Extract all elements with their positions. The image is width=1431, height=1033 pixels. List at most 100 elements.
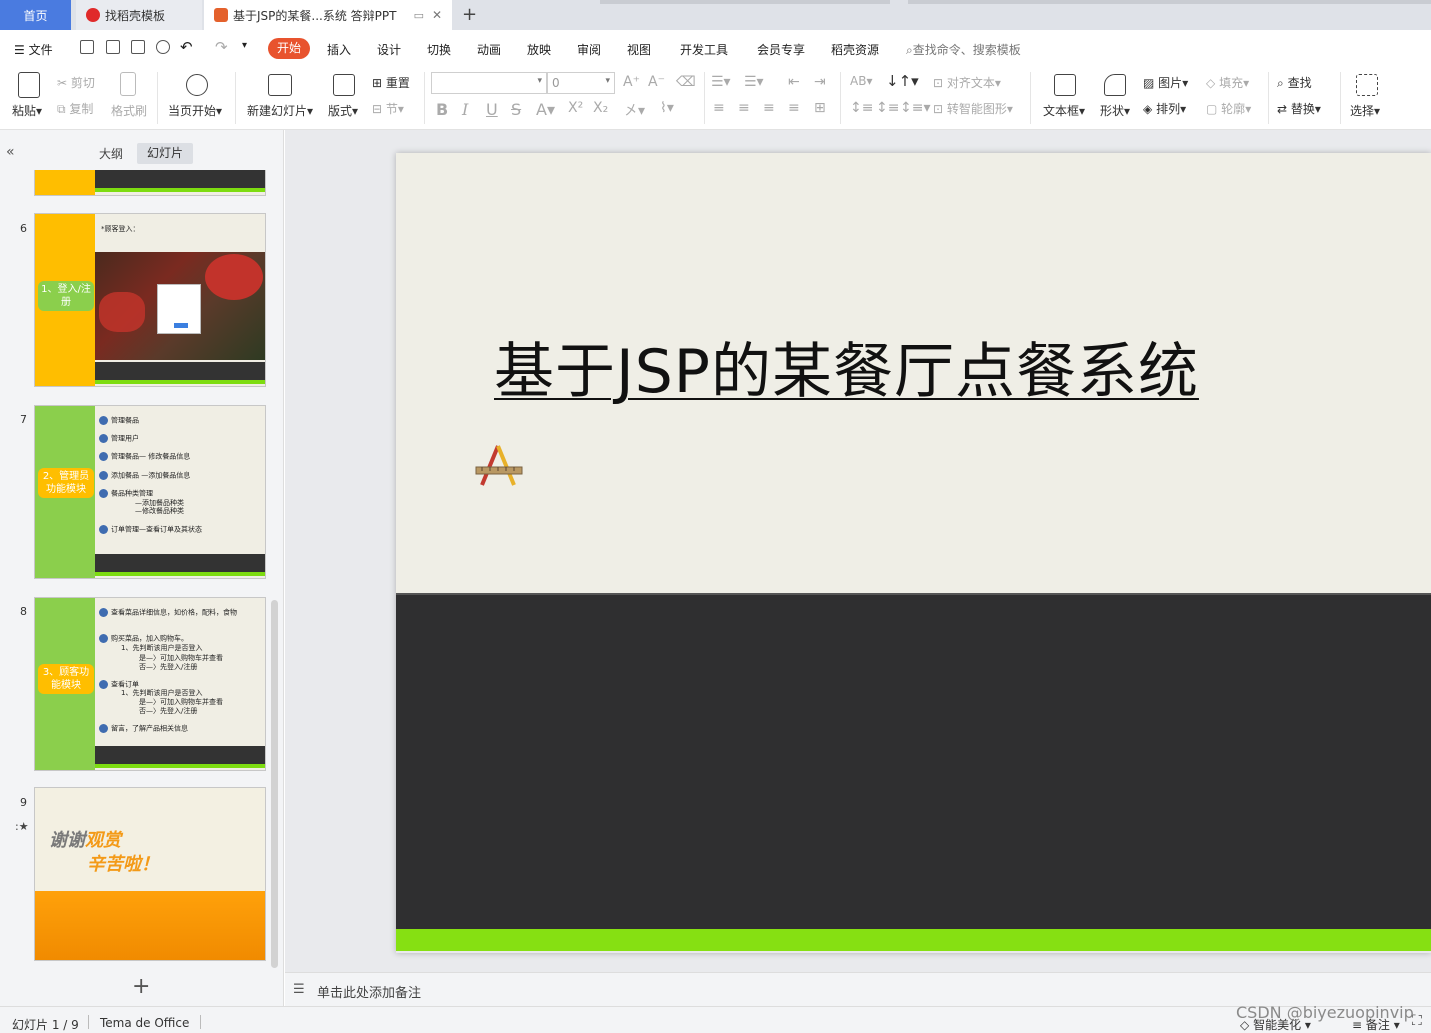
- thumb-bullet: 管理用户: [99, 434, 139, 444]
- reset-button[interactable]: ⊞ 重置: [372, 74, 410, 91]
- cut-button[interactable]: ✂ 剪切: [57, 74, 95, 91]
- tab-document-label: 基于JSP的某餐...系统 答辩PPT: [233, 8, 397, 23]
- collapse-panel-icon[interactable]: «: [6, 144, 15, 160]
- tab-document[interactable]: 基于JSP的某餐...系统 答辩PPT ▭ ✕: [204, 0, 452, 30]
- new-tab-icon[interactable]: +: [462, 4, 477, 25]
- menu-insert[interactable]: 插入: [327, 41, 351, 58]
- notes-pane[interactable]: ☰ 单击此处添加备注: [285, 972, 1431, 1006]
- select-button[interactable]: 选择▾: [1350, 102, 1380, 119]
- phonetic-guide-icon[interactable]: 㐅▾: [624, 100, 645, 120]
- slide-thumbnail-6[interactable]: 1、登入/注册 *顾客登入：: [34, 213, 266, 387]
- thumb-bullet-text: 餐品种类管理: [111, 489, 153, 498]
- print-icon[interactable]: [131, 40, 145, 54]
- menu-animation[interactable]: 动画: [477, 41, 501, 58]
- font-size-select[interactable]: 0 ▾: [547, 72, 615, 94]
- text-box-button[interactable]: 文本框▾: [1043, 102, 1085, 119]
- menu-file[interactable]: ☰ 文件: [14, 41, 53, 58]
- save-icon[interactable]: [80, 40, 94, 54]
- grow-font-icon[interactable]: A⁺: [623, 74, 640, 90]
- print-preview-icon[interactable]: [156, 40, 170, 54]
- align-left-icon[interactable]: ≡: [713, 100, 725, 116]
- close-tab-icon[interactable]: ✕: [432, 8, 442, 22]
- missing-image-placeholder-icon[interactable]: [474, 443, 524, 492]
- menu-design[interactable]: 设计: [377, 41, 401, 58]
- columns-icon[interactable]: ↕≡▾: [900, 100, 931, 116]
- menu-member[interactable]: 会员专享: [757, 41, 805, 58]
- layout-button[interactable]: 版式▾: [328, 102, 358, 119]
- customize-quick-access-icon[interactable]: ▾: [242, 40, 247, 51]
- slide-title[interactable]: 基于JSP的某餐厅点餐系统: [494, 323, 1199, 410]
- menu-start[interactable]: 开始: [268, 38, 310, 59]
- copy-button[interactable]: ⧉ 复制: [57, 100, 93, 117]
- menu-slideshow[interactable]: 放映: [527, 41, 551, 58]
- slide-number: 6: [20, 222, 27, 235]
- slide-thumbnail-7[interactable]: 2、管理员功能模块 管理餐品 管理用户 管理餐品— 修改餐品信息 添加餐品 —添…: [34, 405, 266, 579]
- font-family-select[interactable]: ▾: [431, 72, 547, 94]
- slide-thumbnail-5[interactable]: [34, 170, 266, 196]
- tab-outline[interactable]: 大纲: [99, 145, 123, 162]
- numbered-list-icon[interactable]: ☰▾: [744, 74, 764, 90]
- clear-format-icon[interactable]: ⌫: [676, 74, 696, 90]
- export-icon[interactable]: [106, 40, 120, 54]
- font-color-icon[interactable]: A▾: [536, 100, 555, 119]
- menu-transition[interactable]: 切换: [427, 41, 451, 58]
- thumb-bullet-sub: 否—〉先登入/注册: [139, 707, 198, 715]
- strikethrough-icon[interactable]: S: [511, 100, 521, 119]
- align-text-button[interactable]: ⊡ 对齐文本▾: [933, 74, 1001, 91]
- decrease-indent-icon[interactable]: ⇤: [788, 74, 800, 90]
- smart-art-button[interactable]: ⊡ 转智能图形▾: [933, 100, 1013, 117]
- align-right-icon[interactable]: ≡: [763, 100, 775, 116]
- new-slide-button[interactable]: 新建幻灯片▾: [247, 102, 313, 119]
- theme-name[interactable]: Tema de Office: [100, 1016, 189, 1030]
- arrange-button[interactable]: ◈ 排列▾: [1143, 100, 1186, 117]
- ribbon-divider: [1030, 72, 1031, 124]
- superscript-icon[interactable]: X²: [568, 100, 583, 116]
- replace-button[interactable]: ⇄ 替换▾: [1277, 100, 1321, 117]
- bold-icon[interactable]: B: [436, 100, 448, 119]
- outline-button[interactable]: ▢ 轮廓▾: [1206, 100, 1251, 117]
- command-search[interactable]: ⌕查找命令、搜索模板: [906, 41, 1021, 58]
- highlight-icon[interactable]: ⌇▾: [660, 100, 674, 116]
- play-from-current-button[interactable]: 当页开始▾: [168, 102, 222, 119]
- paste-button[interactable]: 粘贴▾: [12, 102, 42, 119]
- undo-icon[interactable]: ↶: [180, 38, 193, 56]
- thumb-section-button: 3、顾客功能模块: [38, 664, 94, 694]
- sort-icon[interactable]: ↓↑▾: [886, 72, 919, 90]
- bullet-icon: [99, 724, 108, 733]
- picture-button[interactable]: ▨ 图片▾: [1143, 74, 1188, 91]
- tab-templates[interactable]: 找稻壳模板: [76, 0, 202, 30]
- window-pin-icon[interactable]: ▭: [414, 9, 424, 22]
- redo-icon[interactable]: ↷: [215, 38, 228, 56]
- current-slide[interactable]: 基于JSP的某餐厅点餐系统: [396, 153, 1431, 953]
- distribute-icon[interactable]: ⊞: [814, 100, 826, 116]
- section-button[interactable]: ⊟ 节▾: [372, 100, 404, 117]
- text-direction-icon[interactable]: AB▾: [850, 74, 872, 88]
- menu-view[interactable]: 视图: [627, 41, 651, 58]
- bullet-list-icon[interactable]: ☰▾: [711, 74, 731, 90]
- slide-thumbnail-9[interactable]: 谢谢观赏 辛苦啦！: [34, 787, 266, 961]
- slide-green-stripe: [396, 929, 1431, 951]
- text-box-label: 文本框: [1043, 104, 1080, 118]
- fill-button[interactable]: ◇ 填充▾: [1206, 74, 1249, 91]
- find-button[interactable]: ⌕ 查找: [1277, 74, 1312, 91]
- increase-indent-icon[interactable]: ⇥: [814, 74, 826, 90]
- justify-icon[interactable]: ≡: [788, 100, 800, 116]
- align-center-icon[interactable]: ≡: [738, 100, 750, 116]
- menu-developer[interactable]: 开发工具: [680, 41, 728, 58]
- italic-icon[interactable]: I: [462, 100, 468, 119]
- panel-scrollbar[interactable]: [271, 600, 278, 968]
- ribbon-divider: [424, 72, 425, 124]
- tab-home[interactable]: 首页: [0, 0, 71, 30]
- tab-slides[interactable]: 幻灯片: [137, 143, 193, 164]
- paragraph-spacing-icon[interactable]: ↕≡: [876, 100, 899, 116]
- slide-thumbnail-8[interactable]: 3、顾客功能模块 查看菜品详细信息，如价格，配料，食物 购买菜品，加入购物车。 …: [34, 597, 266, 771]
- subscript-icon[interactable]: X₂: [593, 100, 608, 116]
- menu-docer-resources[interactable]: 稻壳资源: [831, 41, 879, 58]
- shape-button[interactable]: 形状▾: [1100, 102, 1130, 119]
- add-slide-icon[interactable]: +: [132, 974, 150, 999]
- shrink-font-icon[interactable]: A⁻: [648, 74, 665, 90]
- format-painter-button[interactable]: 格式刷: [111, 102, 147, 119]
- underline-icon[interactable]: U: [486, 100, 498, 119]
- menu-review[interactable]: 审阅: [577, 41, 601, 58]
- line-spacing-icon[interactable]: ↕≡: [850, 100, 873, 116]
